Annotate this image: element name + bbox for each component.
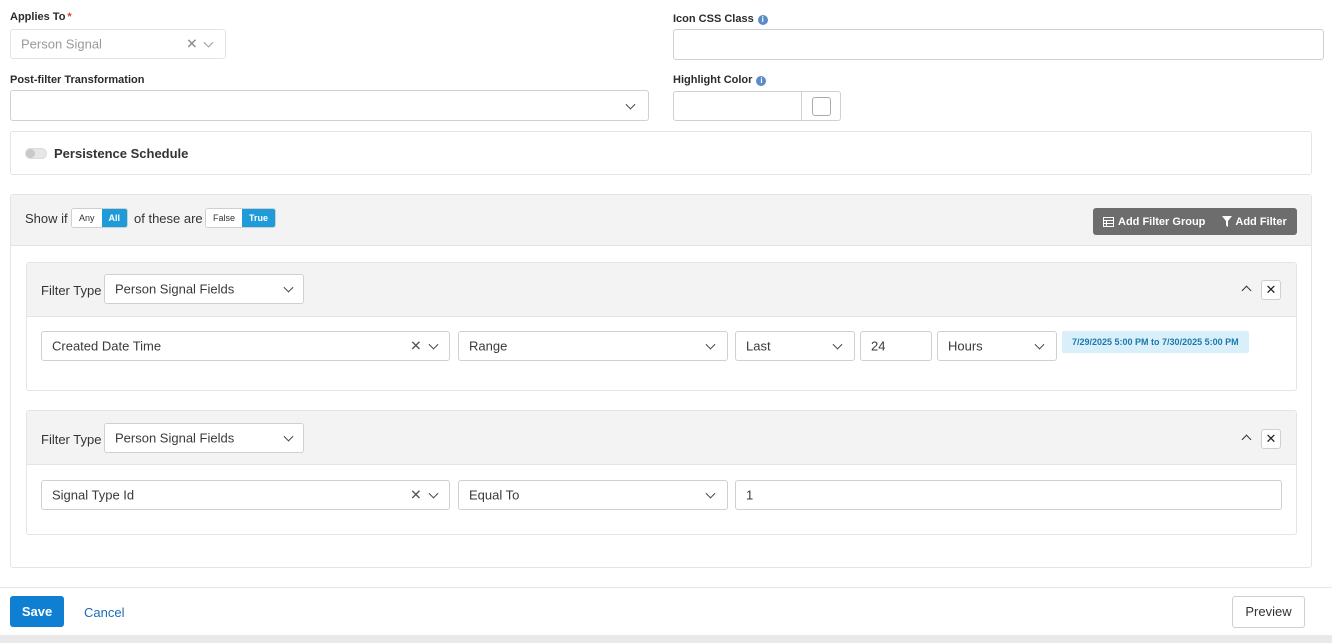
- of-these-label: of these are: [134, 211, 203, 226]
- highlight-color-input[interactable]: [673, 91, 802, 121]
- chevron-down-icon: [428, 488, 439, 499]
- filter-group: Filter Type Person Signal Fields ✕ Creat…: [26, 262, 1297, 391]
- clear-icon[interactable]: ✕: [186, 37, 198, 51]
- clear-icon[interactable]: ✕: [410, 488, 422, 502]
- highlight-color-label: Highlight Color i: [673, 74, 767, 86]
- add-filter-group-label: Add Filter Group: [1118, 215, 1206, 228]
- chevron-down-icon: [283, 431, 294, 442]
- filter-type-select[interactable]: Person Signal Fields: [104, 274, 304, 304]
- any-option[interactable]: Any: [72, 209, 102, 227]
- color-swatch: [812, 97, 831, 116]
- range-mode-value: Last: [746, 338, 771, 354]
- field-select[interactable]: Signal Type Id ✕: [41, 480, 450, 510]
- chevron-down-icon: [203, 37, 214, 48]
- applies-to-value: Person Signal: [21, 36, 102, 52]
- false-option[interactable]: False: [206, 209, 243, 227]
- chevron-down-icon: [283, 282, 294, 293]
- field-value: Created Date Time: [52, 338, 162, 354]
- info-icon[interactable]: i: [756, 76, 767, 86]
- comparison-select[interactable]: Equal To: [458, 480, 728, 510]
- applies-to-select[interactable]: Person Signal ✕: [10, 29, 226, 59]
- preview-button[interactable]: Preview: [1232, 596, 1305, 628]
- toggle-knob: [26, 149, 35, 158]
- value-text: 1: [746, 487, 754, 503]
- funnel-icon: [1222, 216, 1233, 227]
- chevron-down-icon: [625, 99, 636, 110]
- icon-css-class-input[interactable]: [673, 29, 1324, 60]
- filter-type-label: Filter Type: [41, 432, 102, 447]
- filter-type-value: Person Signal Fields: [115, 281, 235, 297]
- true-option[interactable]: True: [242, 209, 276, 227]
- applies-to-label: Applies To *: [10, 11, 72, 23]
- persistence-panel: Persistence Schedule: [10, 131, 1312, 175]
- filter-type-select[interactable]: Person Signal Fields: [104, 423, 304, 453]
- filter-type-label: Filter Type: [41, 283, 102, 298]
- color-picker-button[interactable]: [801, 91, 841, 121]
- chevron-down-icon: [832, 339, 843, 350]
- range-preview-badge: 7/29/2025 5:00 PM to 7/30/2025 5:00 PM: [1062, 331, 1249, 353]
- chevron-down-icon: [1034, 339, 1045, 350]
- bottom-strip: [0, 635, 1332, 643]
- add-filter-group-button[interactable]: Add Filter Group: [1103, 216, 1205, 228]
- save-button[interactable]: Save: [10, 596, 64, 627]
- filter-type-value: Person Signal Fields: [115, 430, 235, 446]
- icon-css-class-label: Icon CSS Class i: [673, 13, 768, 25]
- filter-section: Show if Any All of these are False True …: [10, 194, 1312, 568]
- truth-toggle: False True: [205, 208, 277, 228]
- scope-toggle: Any All: [71, 208, 129, 228]
- close-icon[interactable]: ✕: [1261, 280, 1281, 300]
- required-mark: *: [67, 11, 72, 23]
- field-select[interactable]: Created Date Time ✕: [41, 331, 450, 361]
- comparison-value: Range: [469, 338, 508, 354]
- comparison-value: Equal To: [469, 487, 520, 503]
- show-if-label: Show if: [25, 211, 68, 226]
- chevron-down-icon: [705, 339, 716, 350]
- amount-value: 24: [871, 338, 886, 354]
- table-icon: [1103, 216, 1114, 227]
- filter-actions: Add Filter Group Add Filter: [1093, 208, 1297, 235]
- unit-select[interactable]: Hours: [937, 331, 1057, 361]
- value-input[interactable]: 1: [735, 480, 1282, 510]
- all-option[interactable]: All: [101, 209, 128, 227]
- close-icon[interactable]: ✕: [1261, 429, 1281, 449]
- add-filter-label: Add Filter: [1235, 215, 1287, 228]
- chevron-down-icon: [705, 488, 716, 499]
- info-icon[interactable]: i: [757, 15, 768, 25]
- unit-value: Hours: [948, 338, 983, 354]
- add-filter-button[interactable]: Add Filter: [1222, 215, 1287, 228]
- range-mode-select[interactable]: Last: [735, 331, 855, 361]
- field-value: Signal Type Id: [52, 487, 135, 503]
- comparison-select[interactable]: Range: [458, 331, 728, 361]
- clear-icon[interactable]: ✕: [410, 339, 422, 353]
- footer-divider: [0, 587, 1332, 588]
- filter-group: Filter Type Person Signal Fields ✕ Signa…: [26, 410, 1297, 535]
- amount-input[interactable]: 24: [860, 331, 932, 361]
- chevron-down-icon: [428, 339, 439, 350]
- cancel-link[interactable]: Cancel: [84, 605, 124, 620]
- persistence-label: Persistence Schedule: [54, 146, 189, 161]
- persistence-toggle[interactable]: [25, 148, 47, 159]
- post-filter-label: Post-filter Transformation: [10, 74, 145, 86]
- post-filter-select[interactable]: [10, 90, 649, 121]
